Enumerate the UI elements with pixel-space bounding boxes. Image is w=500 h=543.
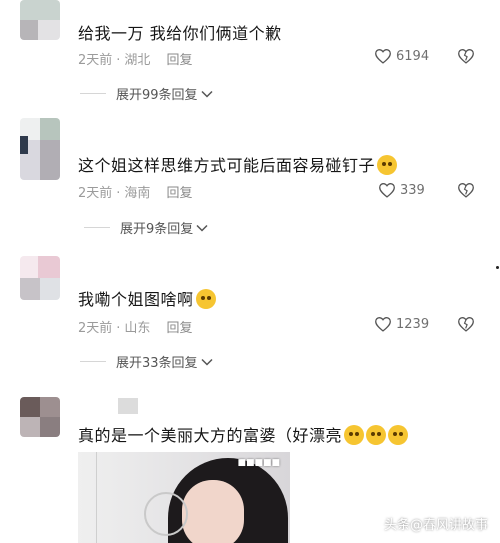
like-button[interactable]: 339: [378, 182, 425, 198]
comment-text-content: 我嘞个姐图啥啊: [78, 290, 194, 309]
avatar[interactable]: [20, 397, 60, 437]
chevron-down-icon: [201, 358, 213, 366]
reply-button[interactable]: 回复: [166, 53, 192, 68]
like-button[interactable]: 6194: [374, 48, 429, 64]
avatar[interactable]: [20, 256, 60, 300]
heart-icon: [379, 183, 395, 198]
smile-emoji-icon: [388, 425, 409, 445]
comment-text: 真的是一个美丽大方的富婆（好漂亮: [78, 422, 409, 446]
like-button[interactable]: 1239: [374, 316, 429, 332]
chevron-down-icon: [196, 224, 208, 232]
like-count: 1239: [396, 316, 430, 332]
image-watermark: ■■■■■: [237, 458, 280, 468]
smile-emoji-icon: [366, 425, 387, 445]
comment-text: 这个姐这样思维方式可能后面容易碰钉子: [78, 152, 398, 176]
like-count: 339: [400, 182, 425, 198]
comment-time: 2天前: [78, 321, 113, 336]
comment-time: 2天前: [78, 53, 113, 68]
laughing-emoji-icon: [195, 289, 216, 309]
scroll-indicator-dot: [496, 266, 499, 269]
reply-button[interactable]: 回复: [166, 321, 192, 336]
comment-meta: 2天前 · 湖北 回复: [78, 53, 193, 68]
expand-replies-button[interactable]: 展开9条回复: [84, 218, 208, 237]
like-count: 6194: [396, 48, 430, 64]
broken-heart-icon: [458, 183, 474, 198]
username-placeholder: [118, 398, 138, 414]
divider-line: [80, 93, 106, 94]
avatar[interactable]: [20, 118, 60, 180]
broken-heart-icon: [458, 317, 474, 332]
image-frame-line: [96, 452, 97, 543]
expand-replies-label: 展开9条回复: [120, 222, 194, 237]
comment-text-content: 真的是一个美丽大方的富婆（好漂亮: [78, 426, 343, 445]
comment-location: 海南: [124, 186, 151, 201]
dislike-button[interactable]: [457, 316, 475, 336]
comment-location: 山东: [124, 321, 151, 336]
comment-time: 2天前: [78, 186, 113, 201]
dislike-button[interactable]: [457, 182, 475, 202]
image-earring: [144, 492, 188, 536]
divider-line: [84, 227, 110, 228]
comment-image[interactable]: ■■■■■: [78, 452, 290, 543]
image-face: [182, 480, 244, 543]
heart-icon: [375, 49, 391, 64]
comment-text: 给我一万 我给你们俩道个歉: [78, 24, 282, 43]
avatar[interactable]: [20, 0, 60, 40]
expand-replies-button[interactable]: 展开99条回复: [80, 84, 213, 103]
chevron-down-icon: [201, 90, 213, 98]
comment-location: 湖北: [124, 53, 151, 68]
reply-button[interactable]: 回复: [166, 186, 192, 201]
smile-emoji-icon: [377, 155, 398, 175]
divider-line: [80, 361, 106, 362]
comment-meta: 2天前 · 海南 回复: [78, 186, 193, 201]
smile-emoji-icon: [344, 425, 365, 445]
expand-replies-button[interactable]: 展开33条回复: [80, 352, 213, 371]
toutiao-watermark: 头条@春风讲故事: [383, 518, 488, 533]
comment-text-content: 这个姐这样思维方式可能后面容易碰钉子: [78, 156, 376, 175]
expand-replies-label: 展开33条回复: [116, 356, 198, 371]
dislike-button[interactable]: [457, 48, 475, 68]
comment-text: 我嘞个姐图啥啊: [78, 286, 216, 310]
comment-meta: 2天前 · 山东 回复: [78, 321, 193, 336]
heart-icon: [375, 317, 391, 332]
broken-heart-icon: [458, 49, 474, 64]
expand-replies-label: 展开99条回复: [116, 88, 198, 103]
